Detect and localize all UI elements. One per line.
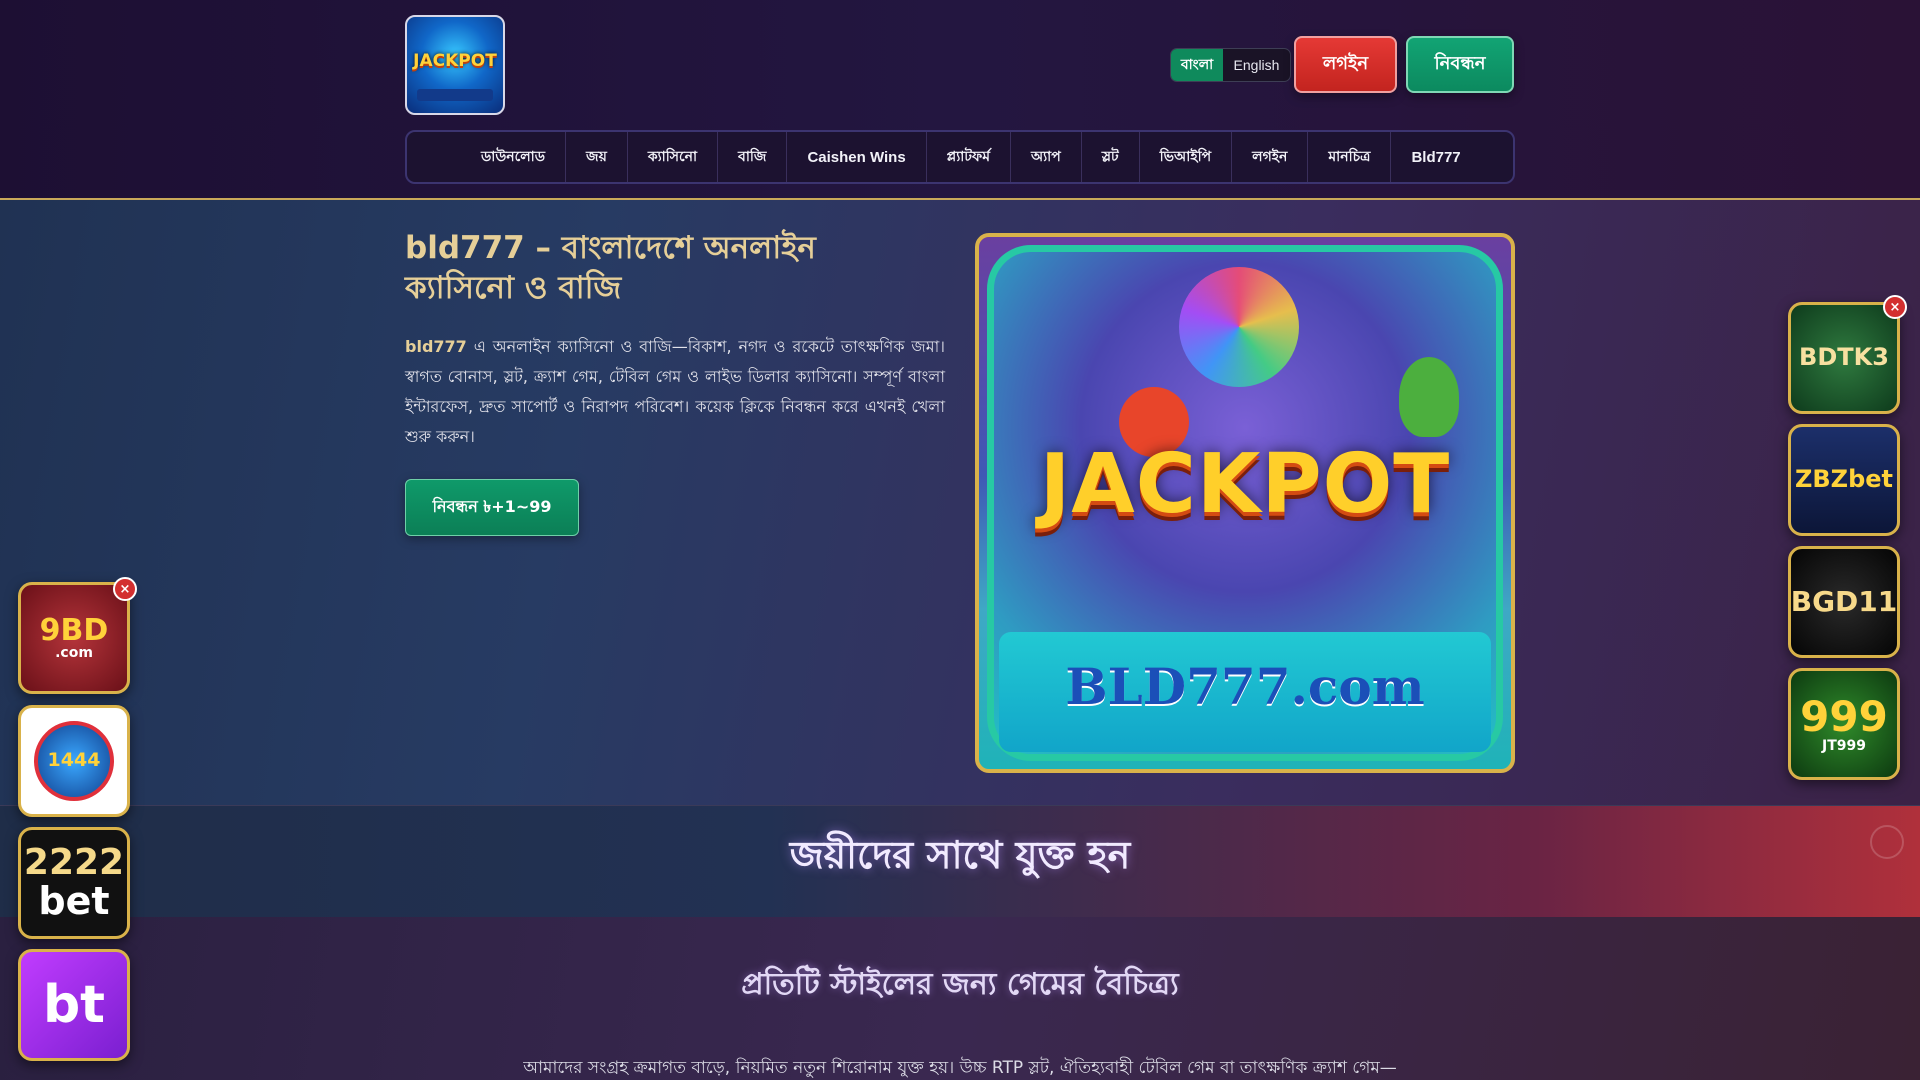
hero-brand-link[interactable]: bld777 bbox=[405, 337, 467, 356]
promo-tile-bdtk3[interactable]: BDTK3 bbox=[1788, 302, 1900, 414]
language-english-button[interactable]: English bbox=[1223, 49, 1290, 81]
promo-zbz-main: ZBZbet bbox=[1794, 465, 1894, 494]
nav-item-map[interactable]: মানচিত্র bbox=[1308, 132, 1392, 182]
logo-subbar bbox=[417, 89, 493, 101]
promo-tile-bt[interactable]: bt bbox=[18, 949, 130, 1061]
promo-jt999-sub: JT999 bbox=[1822, 737, 1866, 754]
promo-9bd-main: 9BD bbox=[39, 612, 109, 648]
hero-section bbox=[0, 200, 1920, 805]
promo-tile-zbzbet[interactable]: ZBZbet bbox=[1788, 424, 1900, 536]
nav-item-slot[interactable]: স্লট bbox=[1082, 132, 1140, 182]
login-button[interactable]: লগইন bbox=[1294, 36, 1397, 93]
promo-9bd-label: 9BD .com bbox=[40, 615, 109, 661]
promo-2222-sub: bet bbox=[38, 878, 110, 923]
games-section-title: প্রতিটি স্টাইলের জন্য গেমের বৈচিত্র্য bbox=[741, 967, 1179, 1002]
promo-tile-jt999[interactable]: 999 JT999 bbox=[1788, 668, 1900, 780]
site-header: JACKPOT বাংলা English লগইন নিবন্ধন ডাউনল… bbox=[0, 0, 1920, 200]
nav-item-login[interactable]: লগইন bbox=[1232, 132, 1309, 182]
promo-1444-badge: 1444 bbox=[34, 721, 114, 801]
nav-item-vip[interactable]: ভিআইপি bbox=[1140, 132, 1233, 182]
promo-2222-label: 2222 bet bbox=[24, 844, 124, 922]
logo-text: JACKPOT bbox=[413, 51, 497, 71]
promo-jt999-label: 999 JT999 bbox=[1800, 691, 1888, 754]
language-switcher: বাংলা English bbox=[1170, 48, 1291, 82]
nav-item-win[interactable]: জয় bbox=[566, 132, 628, 182]
promo-tile-bgd11[interactable]: BGD11 bbox=[1788, 546, 1900, 658]
winners-band-title: জয়ীদের সাথে যুক্ত হন bbox=[789, 833, 1131, 877]
site-logo[interactable]: JACKPOT bbox=[405, 15, 505, 115]
promo-9bd-sub: .com bbox=[55, 645, 93, 662]
main-nav: ডাউনলোড জয় ক্যাসিনো বাজি Caishen Wins প… bbox=[405, 130, 1515, 184]
right-promos-close-button[interactable]: × bbox=[1883, 295, 1907, 319]
left-promos-close-button[interactable]: × bbox=[113, 577, 137, 601]
promo-bgd11-main: BGD11 bbox=[1790, 585, 1898, 619]
hero-register-button[interactable]: নিবন্ধন ৳+1~99 bbox=[405, 479, 579, 536]
nav-item-app[interactable]: অ্যাপ bbox=[1011, 132, 1082, 182]
language-bangla-button[interactable]: বাংলা bbox=[1171, 49, 1223, 81]
hero-description-text: এ অনলাইন ক্যাসিনো ও বাজি—বিকাশ, নগদ ও রক… bbox=[405, 337, 945, 446]
promo-bdtk3-main: BDTK3 bbox=[1799, 343, 1889, 372]
games-section-description: আমাদের সংগ্রহ ক্রমাগত বাড়ে, নিয়মিত নতু… bbox=[523, 1058, 1397, 1078]
promo-2222-main: 2222 bbox=[23, 842, 125, 884]
promo-tile-2222bet[interactable]: 2222 bet bbox=[18, 827, 130, 939]
promo-tile-9bd[interactable]: 9BD .com bbox=[18, 582, 130, 694]
nav-item-download[interactable]: ডাউনলোড bbox=[461, 132, 567, 182]
hero-title: bld777 – বাংলাদেশে অনলাইন ক্যাসিনো ও বাজ… bbox=[405, 230, 816, 306]
fortune-wheel-graphic bbox=[1179, 267, 1299, 387]
nav-item-betting[interactable]: বাজি bbox=[718, 132, 788, 182]
nav-item-caishen-wins[interactable]: Caishen Wins bbox=[787, 132, 927, 182]
green-parrot-graphic bbox=[1399, 357, 1459, 437]
nav-item-bld777[interactable]: Bld777 bbox=[1391, 132, 1480, 182]
promo-jt999-main: 999 bbox=[1800, 691, 1888, 741]
hero-description: bld777 এ অনলাইন ক্যাসিনো ও বাজি—বিকাশ, ন… bbox=[405, 332, 945, 452]
register-button[interactable]: নিবন্ধন bbox=[1406, 36, 1514, 93]
band-watermark-icon bbox=[1870, 825, 1904, 859]
banner-site-text: BLD777.com bbox=[1065, 657, 1425, 716]
nav-item-platform[interactable]: প্ল্যাটফর্ম bbox=[927, 132, 1011, 182]
promo-bt-main: bt bbox=[42, 974, 106, 1035]
nav-item-casino[interactable]: ক্যাসিনো bbox=[628, 132, 719, 182]
promo-tile-1444[interactable]: 1444 bbox=[18, 705, 130, 817]
banner-jackpot-text: JACKPOT bbox=[1039, 437, 1451, 532]
hero-jackpot-banner: JACKPOT BLD777.com bbox=[975, 233, 1515, 773]
